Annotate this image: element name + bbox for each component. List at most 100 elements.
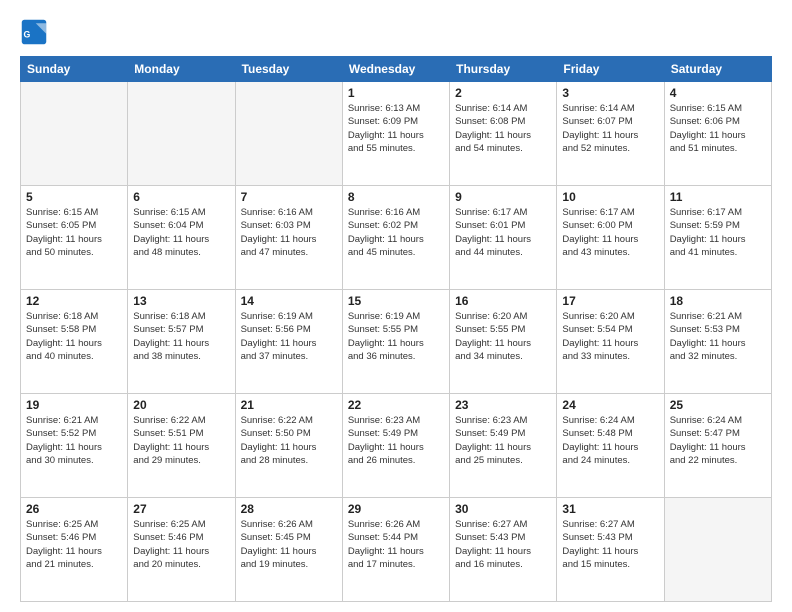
day-info: Sunrise: 6:25 AM Sunset: 5:46 PM Dayligh… xyxy=(26,518,122,571)
day-info: Sunrise: 6:18 AM Sunset: 5:58 PM Dayligh… xyxy=(26,310,122,363)
day-number: 27 xyxy=(133,502,229,516)
calendar-cell: 29 Sunrise: 6:26 AM Sunset: 5:44 PM Dayli… xyxy=(342,498,449,602)
calendar-cell: 6Sunrise: 6:15 AM Sunset: 6:04 PM Daylig… xyxy=(128,186,235,290)
day-number: 23 xyxy=(455,398,551,412)
day-number: 4 xyxy=(670,86,766,100)
week-row-4: 19 Sunrise: 6:21 AM Sunset: 5:52 PM Dayli… xyxy=(21,394,772,498)
day-info: Sunrise: 6:25 AM Sunset: 5:46 PM Dayligh… xyxy=(133,518,229,571)
day-info: Sunrise: 6:19 AM Sunset: 5:56 PM Dayligh… xyxy=(241,310,337,363)
calendar-cell: 14Sunrise: 6:19 AM Sunset: 5:56 PM Dayli… xyxy=(235,290,342,394)
calendar-table: SundayMondayTuesdayWednesdayThursdayFrid… xyxy=(20,56,772,602)
day-info: Sunrise: 6:16 AM Sunset: 6:02 PM Dayligh… xyxy=(348,206,444,259)
day-number: 8 xyxy=(348,190,444,204)
header: G xyxy=(20,18,772,46)
day-info: Sunrise: 6:23 AM Sunset: 5:49 PM Dayligh… xyxy=(455,414,551,467)
week-row-5: 26 Sunrise: 6:25 AM Sunset: 5:46 PM Dayli… xyxy=(21,498,772,602)
logo: G xyxy=(20,18,52,46)
calendar-cell: 20 Sunrise: 6:22 AM Sunset: 5:51 PM Dayli… xyxy=(128,394,235,498)
day-number: 11 xyxy=(670,190,766,204)
calendar-cell: 23 Sunrise: 6:23 AM Sunset: 5:49 PM Dayli… xyxy=(450,394,557,498)
day-info: Sunrise: 6:21 AM Sunset: 5:52 PM Dayligh… xyxy=(26,414,122,467)
week-row-3: 12 Sunrise: 6:18 AM Sunset: 5:58 PM Dayli… xyxy=(21,290,772,394)
calendar-cell xyxy=(664,498,771,602)
day-info: Sunrise: 6:14 AM Sunset: 6:08 PM Dayligh… xyxy=(455,102,551,155)
day-info: Sunrise: 6:17 AM Sunset: 6:01 PM Dayligh… xyxy=(455,206,551,259)
day-number: 15 xyxy=(348,294,444,308)
weekday-header-saturday: Saturday xyxy=(664,57,771,82)
day-info: Sunrise: 6:26 AM Sunset: 5:44 PM Dayligh… xyxy=(348,518,444,571)
day-info: Sunrise: 6:27 AM Sunset: 5:43 PM Dayligh… xyxy=(455,518,551,571)
weekday-header-row: SundayMondayTuesdayWednesdayThursdayFrid… xyxy=(21,57,772,82)
day-info: Sunrise: 6:16 AM Sunset: 6:03 PM Dayligh… xyxy=(241,206,337,259)
day-info: Sunrise: 6:14 AM Sunset: 6:07 PM Dayligh… xyxy=(562,102,658,155)
day-info: Sunrise: 6:23 AM Sunset: 5:49 PM Dayligh… xyxy=(348,414,444,467)
day-number: 17 xyxy=(562,294,658,308)
day-number: 2 xyxy=(455,86,551,100)
calendar-cell: 31 Sunrise: 6:27 AM Sunset: 5:43 PM Dayli… xyxy=(557,498,664,602)
day-info: Sunrise: 6:15 AM Sunset: 6:04 PM Dayligh… xyxy=(133,206,229,259)
calendar-cell: 2 Sunrise: 6:14 AM Sunset: 6:08 PM Daylig… xyxy=(450,82,557,186)
calendar-cell: 12 Sunrise: 6:18 AM Sunset: 5:58 PM Dayli… xyxy=(21,290,128,394)
calendar-cell: 7Sunrise: 6:16 AM Sunset: 6:03 PM Daylig… xyxy=(235,186,342,290)
day-info: Sunrise: 6:13 AM Sunset: 6:09 PM Dayligh… xyxy=(348,102,444,155)
calendar-cell: 26 Sunrise: 6:25 AM Sunset: 5:46 PM Dayli… xyxy=(21,498,128,602)
weekday-header-wednesday: Wednesday xyxy=(342,57,449,82)
calendar-cell: 5Sunrise: 6:15 AM Sunset: 6:05 PM Daylig… xyxy=(21,186,128,290)
weekday-header-friday: Friday xyxy=(557,57,664,82)
day-info: Sunrise: 6:20 AM Sunset: 5:54 PM Dayligh… xyxy=(562,310,658,363)
calendar-cell xyxy=(128,82,235,186)
day-number: 9 xyxy=(455,190,551,204)
day-info: Sunrise: 6:18 AM Sunset: 5:57 PM Dayligh… xyxy=(133,310,229,363)
calendar-cell: 8 Sunrise: 6:16 AM Sunset: 6:02 PM Daylig… xyxy=(342,186,449,290)
day-number: 29 xyxy=(348,502,444,516)
calendar-cell: 3 Sunrise: 6:14 AM Sunset: 6:07 PM Daylig… xyxy=(557,82,664,186)
calendar-cell: 1Sunrise: 6:13 AM Sunset: 6:09 PM Daylig… xyxy=(342,82,449,186)
day-number: 22 xyxy=(348,398,444,412)
calendar-cell: 28Sunrise: 6:26 AM Sunset: 5:45 PM Dayli… xyxy=(235,498,342,602)
calendar-cell xyxy=(21,82,128,186)
weekday-header-thursday: Thursday xyxy=(450,57,557,82)
day-number: 12 xyxy=(26,294,122,308)
day-info: Sunrise: 6:20 AM Sunset: 5:55 PM Dayligh… xyxy=(455,310,551,363)
calendar-cell: 9 Sunrise: 6:17 AM Sunset: 6:01 PM Daylig… xyxy=(450,186,557,290)
day-info: Sunrise: 6:24 AM Sunset: 5:48 PM Dayligh… xyxy=(562,414,658,467)
calendar-cell xyxy=(235,82,342,186)
calendar-cell: 22 Sunrise: 6:23 AM Sunset: 5:49 PM Dayli… xyxy=(342,394,449,498)
day-number: 31 xyxy=(562,502,658,516)
calendar-cell: 24 Sunrise: 6:24 AM Sunset: 5:48 PM Dayli… xyxy=(557,394,664,498)
calendar-cell: 15 Sunrise: 6:19 AM Sunset: 5:55 PM Dayli… xyxy=(342,290,449,394)
day-info: Sunrise: 6:15 AM Sunset: 6:05 PM Dayligh… xyxy=(26,206,122,259)
calendar-cell: 27 Sunrise: 6:25 AM Sunset: 5:46 PM Dayli… xyxy=(128,498,235,602)
day-number: 16 xyxy=(455,294,551,308)
day-info: Sunrise: 6:27 AM Sunset: 5:43 PM Dayligh… xyxy=(562,518,658,571)
weekday-header-tuesday: Tuesday xyxy=(235,57,342,82)
day-number: 24 xyxy=(562,398,658,412)
logo-icon: G xyxy=(20,18,48,46)
day-number: 13 xyxy=(133,294,229,308)
calendar-cell: 30 Sunrise: 6:27 AM Sunset: 5:43 PM Dayli… xyxy=(450,498,557,602)
day-info: Sunrise: 6:24 AM Sunset: 5:47 PM Dayligh… xyxy=(670,414,766,467)
weekday-header-sunday: Sunday xyxy=(21,57,128,82)
svg-text:G: G xyxy=(24,29,31,39)
day-info: Sunrise: 6:19 AM Sunset: 5:55 PM Dayligh… xyxy=(348,310,444,363)
day-number: 3 xyxy=(562,86,658,100)
day-number: 30 xyxy=(455,502,551,516)
calendar-cell: 18Sunrise: 6:21 AM Sunset: 5:53 PM Dayli… xyxy=(664,290,771,394)
calendar-cell: 11 Sunrise: 6:17 AM Sunset: 5:59 PM Dayli… xyxy=(664,186,771,290)
calendar-cell: 21 Sunrise: 6:22 AM Sunset: 5:50 PM Dayli… xyxy=(235,394,342,498)
week-row-1: 1Sunrise: 6:13 AM Sunset: 6:09 PM Daylig… xyxy=(21,82,772,186)
day-info: Sunrise: 6:17 AM Sunset: 5:59 PM Dayligh… xyxy=(670,206,766,259)
day-number: 18 xyxy=(670,294,766,308)
calendar-cell: 17 Sunrise: 6:20 AM Sunset: 5:54 PM Dayli… xyxy=(557,290,664,394)
day-info: Sunrise: 6:22 AM Sunset: 5:51 PM Dayligh… xyxy=(133,414,229,467)
day-info: Sunrise: 6:22 AM Sunset: 5:50 PM Dayligh… xyxy=(241,414,337,467)
day-info: Sunrise: 6:15 AM Sunset: 6:06 PM Dayligh… xyxy=(670,102,766,155)
day-number: 26 xyxy=(26,502,122,516)
day-number: 19 xyxy=(26,398,122,412)
day-number: 20 xyxy=(133,398,229,412)
day-number: 21 xyxy=(241,398,337,412)
day-number: 25 xyxy=(670,398,766,412)
calendar-cell: 4 Sunrise: 6:15 AM Sunset: 6:06 PM Daylig… xyxy=(664,82,771,186)
page: G SundayMondayTuesdayWednesdayThursdayFr… xyxy=(0,0,792,612)
calendar-cell: 25 Sunrise: 6:24 AM Sunset: 5:47 PM Dayli… xyxy=(664,394,771,498)
